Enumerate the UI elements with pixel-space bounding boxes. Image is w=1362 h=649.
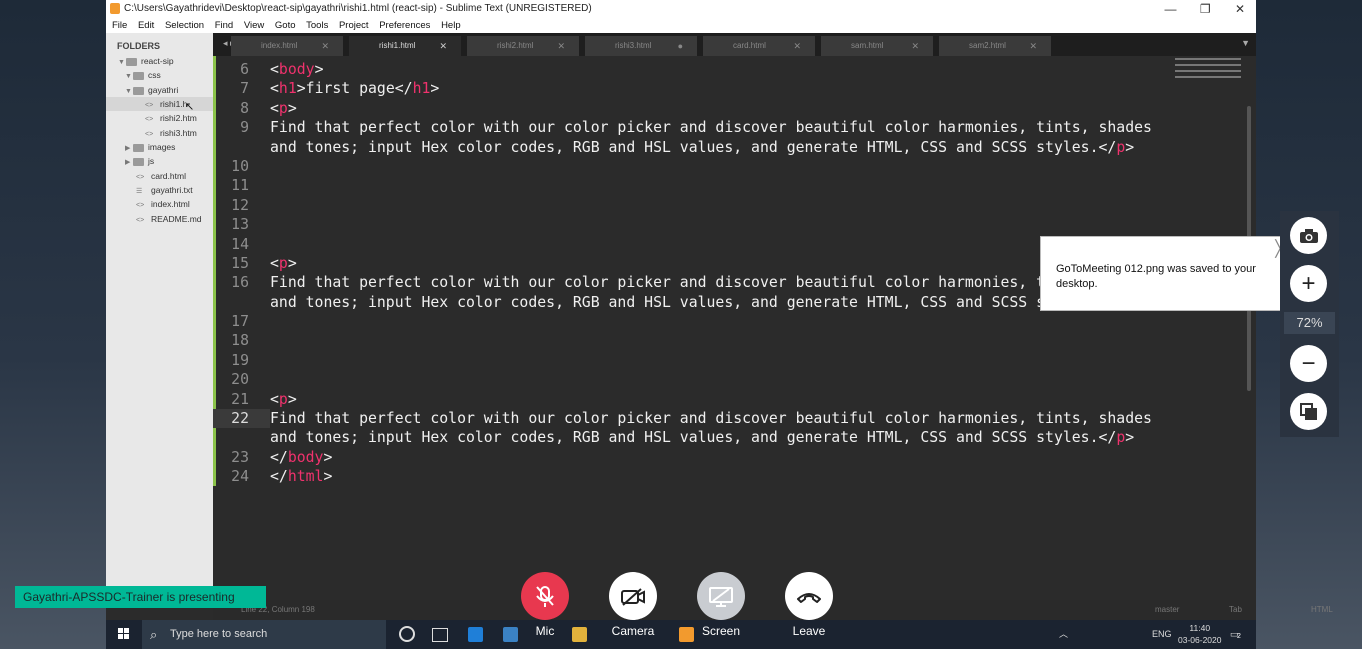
file-code-icon: <> [136,202,145,209]
taskbar-clock[interactable]: 11:40 03-06-2020 [1178,622,1221,646]
mic-muted-icon [536,585,554,607]
gotomeeting-controls: + 72% − [1280,211,1339,437]
minimap[interactable] [1175,58,1243,103]
minimize-button[interactable]: — [1154,0,1186,18]
chevron-down-icon: ▼ [125,73,132,80]
folder-icon [126,57,137,66]
edge-icon[interactable] [468,627,483,642]
save-notification-toast: ╳ GoToMeeting 012.png was saved to your … [1040,236,1290,311]
plus-icon: + [1301,270,1316,297]
sidebar-header: FOLDERS [117,41,161,51]
language-indicator[interactable]: ENG [1152,620,1172,649]
zoom-level: 72% [1284,312,1335,334]
window-controls: — ❐ ✕ [1154,0,1256,18]
fit-window-button[interactable] [1290,393,1327,430]
tab-modified-dot-icon[interactable]: ● [678,36,683,56]
mouse-cursor-icon: ↖ [185,101,195,113]
windows-start-button[interactable] [118,628,130,640]
presenter-banner: Gayathri-APSSDC-Trainer is presenting [15,586,266,608]
folder-icon [133,71,144,80]
screen-button[interactable] [697,572,745,620]
notification-count: 2 [1237,633,1241,640]
menu-find[interactable]: Find [215,18,233,33]
tab-close-icon[interactable]: ✕ [793,36,801,56]
zoom-in-button[interactable]: + [1290,265,1327,302]
mic-button[interactable] [521,572,569,620]
menu-view[interactable]: View [244,18,264,33]
tab-close-icon[interactable]: ✕ [911,36,919,56]
tab-card-html[interactable]: card.html ✕ [703,36,815,56]
folder-sidebar: FOLDERS ▼ react-sip ▼ css ▼ gayathri <> rish… [106,33,252,600]
clock-time: 11:40 [1189,623,1211,633]
copy-icon [1299,403,1317,421]
camera-button[interactable] [609,572,657,620]
menu-edit[interactable]: Edit [138,18,154,33]
file-code-icon: <> [136,217,145,224]
folder-icon [133,143,144,152]
search-placeholder: Type here to search [170,628,268,640]
toast-message: GoToMeeting 012.png was saved to your de… [1056,263,1256,290]
syntax-mode[interactable]: HTML [1311,600,1333,620]
screen-share-off-icon [709,586,733,607]
screenshot-button[interactable] [1290,217,1327,254]
menu-bar: File Edit Selection Find View Goto Tools… [106,18,1256,33]
close-window-button[interactable]: ✕ [1224,0,1256,18]
mic-label: Mic [535,624,555,638]
tab-bar: ◂ ▸ index.html ✕ rishi1.html ✕ rishi2.html… [213,33,1256,56]
folder-icon [133,86,144,95]
folder-icon [133,157,144,166]
tab-close-icon[interactable]: ✕ [439,36,447,56]
title-bar: C:\Users\Gayathridevi\Desktop\react-sip\… [106,0,1256,18]
leave-label: Leave [792,624,826,638]
zoom-out-button[interactable]: − [1290,345,1327,382]
cortana-icon[interactable] [399,626,415,642]
clock-date: 03-06-2020 [1178,635,1222,645]
chevron-right-icon: ▶ [125,159,131,166]
restore-button[interactable]: ❐ [1189,0,1221,18]
leave-button[interactable] [785,572,833,620]
tab-close-icon[interactable]: ✕ [1029,36,1037,56]
task-view-icon[interactable] [432,628,448,642]
search-icon: ⌕ [150,627,158,642]
tab-dropdown-icon[interactable]: ▼ [1241,38,1250,48]
menu-preferences[interactable]: Preferences [379,18,430,33]
tab-sam-html[interactable]: sam.html ✕ [821,36,933,56]
sublime-app-icon [110,3,120,14]
hang-up-icon [797,592,821,603]
code-text[interactable]: 6 <body> 7 <h1>first page</h1> 8 <p> 9 Find … [213,60,1152,487]
tab-rishi3-html[interactable]: rishi3.html ● [585,36,697,56]
tab-close-icon[interactable]: ✕ [557,36,565,56]
menu-project[interactable]: Project [339,18,369,33]
menu-goto[interactable]: Goto [275,18,296,33]
tree-item-react-sip[interactable]: ▼ react-sip [106,54,225,68]
file-code-icon: <> [145,116,154,123]
tab-index-html[interactable]: index.html ✕ [231,36,343,56]
sublime-window: C:\Users\Gayathridevi\Desktop\react-sip\… [106,0,1333,634]
minus-icon: − [1301,350,1316,377]
menu-file[interactable]: File [112,18,127,33]
code-editor[interactable]: 6 <body> 7 <h1>first page</h1> 8 <p> 9 Find … [213,56,1256,600]
camera-off-icon [621,587,645,606]
tab-close-icon[interactable]: ✕ [321,36,329,56]
camera-icon [1299,229,1318,244]
camera-label: Camera [611,624,655,638]
git-branch[interactable]: master [1155,600,1179,620]
menu-tools[interactable]: Tools [306,18,328,33]
tab-rishi2-html[interactable]: rishi2.html ✕ [467,36,579,56]
tab-rishi1-html[interactable]: rishi1.html ✕ [349,36,461,56]
screen-label: Screen [701,624,741,638]
tab-sam2-html[interactable]: sam2.html ✕ [939,36,1051,56]
window-title: C:\Users\Gayathridevi\Desktop\react-sip\… [124,3,592,14]
menu-selection[interactable]: Selection [165,18,204,33]
tray-overflow-icon[interactable]: ︿ [1059,620,1068,649]
menu-help[interactable]: Help [441,18,461,33]
taskbar-search[interactable]: ⌕ Type here to search [142,620,386,649]
